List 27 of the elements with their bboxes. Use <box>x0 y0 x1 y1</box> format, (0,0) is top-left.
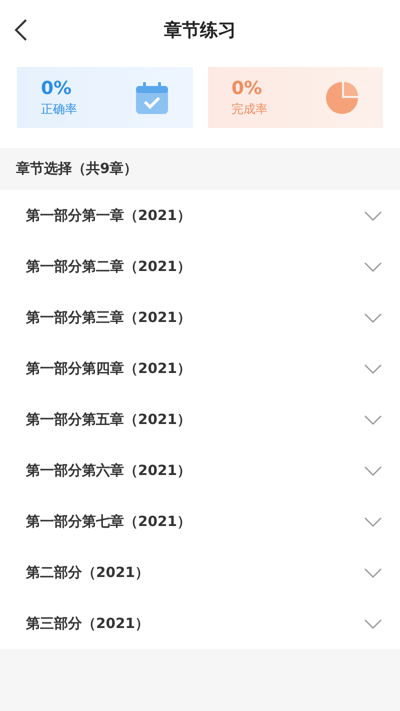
stat-label: 完成率 <box>232 100 268 118</box>
chapter-title: 第三部分（2021） <box>26 614 149 632</box>
calendar-check-icon <box>134 80 168 114</box>
chapter-item[interactable]: 第一部分第四章（2021） <box>0 343 400 394</box>
chapter-item[interactable]: 第一部分第七章（2021） <box>0 496 400 547</box>
pie-chart-icon <box>325 80 359 114</box>
page-title: 章节练习 <box>164 19 236 42</box>
chapter-item[interactable]: 第一部分第六章（2021） <box>0 445 400 496</box>
chapter-item[interactable]: 第二部分（2021） <box>0 547 400 598</box>
back-icon[interactable] <box>14 18 28 42</box>
chapter-title: 第一部分第一章（2021） <box>26 206 191 224</box>
chapter-item[interactable]: 第一部分第二章（2021） <box>0 241 400 292</box>
chapter-item[interactable]: 第三部分（2021） <box>0 598 400 649</box>
chapter-title: 第一部分第三章（2021） <box>26 308 191 326</box>
stat-value: 0% <box>41 78 73 98</box>
chapter-title: 第一部分第四章（2021） <box>26 360 191 378</box>
chapter-item[interactable]: 第一部分第一章（2021） <box>0 190 400 241</box>
chapter-title: 第一部分第六章（2021） <box>26 462 191 480</box>
chapter-title: 第一部分第二章（2021） <box>26 258 191 276</box>
stat-label: 正确率 <box>41 100 77 118</box>
chapter-item[interactable]: 第一部分第五章（2021） <box>0 394 400 445</box>
stat-value: 0% <box>232 78 264 98</box>
chapter-item[interactable]: 第一部分第三章（2021） <box>0 292 400 343</box>
section-title: 章节选择（共9章） <box>16 160 138 178</box>
chapter-title: 第一部分第五章（2021） <box>26 410 191 428</box>
chapter-title: 第一部分第七章（2021） <box>26 512 191 530</box>
chapter-title: 第二部分（2021） <box>26 564 149 582</box>
